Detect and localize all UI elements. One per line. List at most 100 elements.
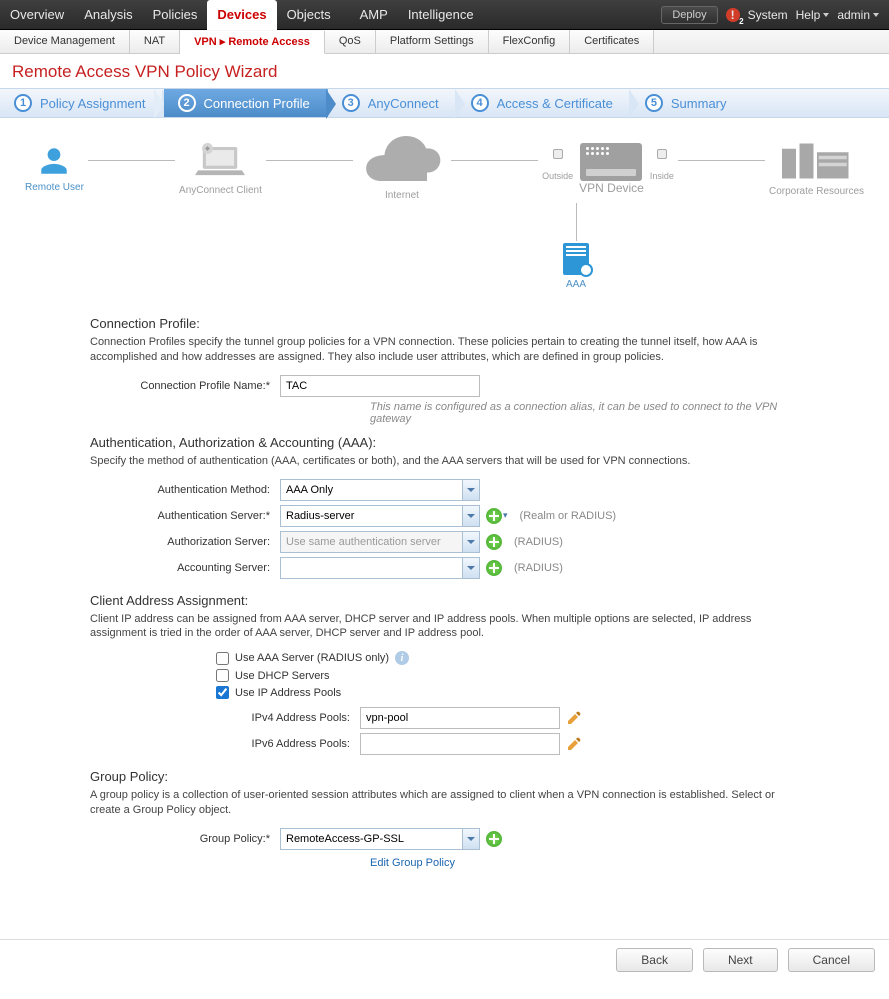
tab-certificates[interactable]: Certificates [570, 30, 654, 53]
step-summary[interactable]: 5Summary [631, 89, 745, 117]
acct-server-value[interactable] [280, 557, 480, 579]
aaa-server-icon [563, 243, 589, 275]
connection-profile-name-input[interactable] [280, 375, 480, 397]
topbar-right: Deploy ! System Help admin [661, 0, 889, 29]
sub-tabs: Device Management NAT VPN ▸ Remote Acces… [0, 30, 889, 54]
group-policy-dropdown[interactable] [280, 828, 480, 850]
use-pools-checkbox[interactable] [216, 686, 229, 699]
client-address-desc: Client IP address can be assigned from A… [90, 612, 799, 642]
aaa-label: AAA [545, 279, 607, 290]
laptop-icon [195, 141, 245, 181]
step-anyconnect[interactable]: 3AnyConnect [328, 89, 457, 117]
port-outside-icon [553, 149, 563, 159]
ipv4-pools-label: IPv4 Address Pools: [90, 712, 360, 724]
add-acct-server-button[interactable] [486, 560, 502, 576]
servers-icon [782, 140, 852, 182]
ipv6-pools-label: IPv6 Address Pools: [90, 738, 360, 750]
chevron-down-icon[interactable] [462, 828, 480, 850]
use-dhcp-checkbox[interactable] [216, 669, 229, 682]
auth-server-label: Authentication Server:* [90, 510, 280, 522]
alert-icon[interactable]: ! [726, 8, 740, 22]
tab-platform-settings[interactable]: Platform Settings [376, 30, 489, 53]
cloud-icon [357, 136, 447, 186]
use-aaa-checkbox[interactable] [216, 652, 229, 665]
use-aaa-label: Use AAA Server (RADIUS only) [235, 652, 389, 664]
edit-group-policy-link[interactable]: Edit Group Policy [370, 857, 455, 869]
authz-server-dropdown[interactable] [280, 531, 480, 553]
auth-method-value[interactable] [280, 479, 480, 501]
tab-vpn-remote-access[interactable]: VPN ▸ Remote Access [180, 31, 325, 54]
auth-method-dropdown[interactable] [280, 479, 480, 501]
node-anyconnect: AnyConnect Client [179, 141, 262, 196]
chevron-down-icon[interactable] [462, 505, 480, 527]
next-button[interactable]: Next [703, 948, 778, 972]
auth-method-label: Authentication Method: [90, 484, 280, 496]
tab-flexconfig[interactable]: FlexConfig [489, 30, 571, 53]
port-inside-icon [657, 149, 667, 159]
chevron-down-icon [823, 13, 829, 17]
main-menu: Overview Analysis Policies Devices Objec… [0, 0, 484, 29]
node-corporate-resources: Corporate Resources [769, 140, 864, 197]
info-icon[interactable]: i [395, 651, 409, 665]
chevron-down-icon[interactable] [462, 479, 480, 501]
add-group-policy-button[interactable] [486, 831, 502, 847]
tab-qos[interactable]: QoS [325, 30, 376, 53]
topology-diagram: Remote User AnyConnect Client Internet O… [0, 118, 889, 300]
section-aaa: Authentication, Authorization & Accounti… [90, 435, 799, 450]
section-client-address: Client Address Assignment: [90, 593, 799, 608]
back-button[interactable]: Back [616, 948, 693, 972]
menu-devices[interactable]: Devices [207, 0, 276, 30]
menu-overview[interactable]: Overview [0, 0, 74, 30]
connection-profile-desc: Connection Profiles specify the tunnel g… [90, 335, 799, 365]
auth-server-dropdown[interactable] [280, 505, 480, 527]
auth-server-value[interactable] [280, 505, 480, 527]
tab-device-management[interactable]: Device Management [0, 30, 130, 53]
wizard-footer: Back Next Cancel [0, 939, 889, 980]
system-link[interactable]: System [748, 8, 788, 22]
node-internet: Internet [357, 136, 447, 201]
node-vpn-device: Outside VPN Device Inside [542, 143, 674, 195]
menu-analysis[interactable]: Analysis [74, 0, 142, 30]
help-link[interactable]: Help [796, 8, 830, 22]
top-navbar: Overview Analysis Policies Devices Objec… [0, 0, 889, 30]
chevron-down-icon[interactable] [462, 557, 480, 579]
menu-amp[interactable]: AMP [350, 0, 398, 30]
deploy-button[interactable]: Deploy [661, 6, 717, 24]
edit-ipv6-pools-button[interactable] [566, 736, 582, 752]
edit-ipv4-pools-button[interactable] [566, 710, 582, 726]
node-remote-user: Remote User [25, 144, 84, 193]
ipv4-pools-input[interactable] [360, 707, 560, 729]
authz-server-value[interactable] [280, 531, 480, 553]
form-content: Connection Profile: Connection Profiles … [0, 300, 889, 939]
cancel-button[interactable]: Cancel [788, 948, 875, 972]
chevron-down-icon[interactable]: ▾ [503, 510, 508, 521]
section-connection-profile: Connection Profile: [90, 316, 799, 331]
acct-server-dropdown[interactable] [280, 557, 480, 579]
group-policy-desc: A group policy is a collection of user-o… [90, 788, 799, 818]
group-policy-label: Group Policy:* [90, 833, 280, 845]
acct-hint: (RADIUS) [514, 562, 563, 574]
group-policy-value[interactable] [280, 828, 480, 850]
page-title: Remote Access VPN Policy Wizard [0, 54, 889, 88]
step-access-certificate[interactable]: 4Access & Certificate [457, 89, 631, 117]
add-auth-server-button[interactable] [486, 508, 502, 524]
menu-objects[interactable]: Objects [277, 0, 341, 30]
menu-intelligence[interactable]: Intelligence [398, 0, 484, 30]
use-dhcp-label: Use DHCP Servers [235, 670, 330, 682]
use-pools-label: Use IP Address Pools [235, 687, 341, 699]
step-connection-profile[interactable]: 2Connection Profile [164, 89, 328, 117]
aaa-desc: Specify the method of authentication (AA… [90, 454, 799, 469]
step-policy-assignment[interactable]: 1Policy Assignment [0, 89, 164, 117]
menu-policies[interactable]: Policies [143, 0, 208, 30]
add-authz-server-button[interactable] [486, 534, 502, 550]
ipv6-pools-input[interactable] [360, 733, 560, 755]
chevron-down-icon[interactable] [462, 531, 480, 553]
wizard-steps: 1Policy Assignment 2Connection Profile 3… [0, 88, 889, 118]
user-icon [37, 144, 71, 178]
firewall-icon [580, 143, 642, 181]
authz-hint: (RADIUS) [514, 536, 563, 548]
connector-line [576, 203, 577, 241]
user-menu[interactable]: admin [837, 8, 879, 22]
tab-nat[interactable]: NAT [130, 30, 180, 53]
auth-server-hint: (Realm or RADIUS) [520, 510, 617, 522]
